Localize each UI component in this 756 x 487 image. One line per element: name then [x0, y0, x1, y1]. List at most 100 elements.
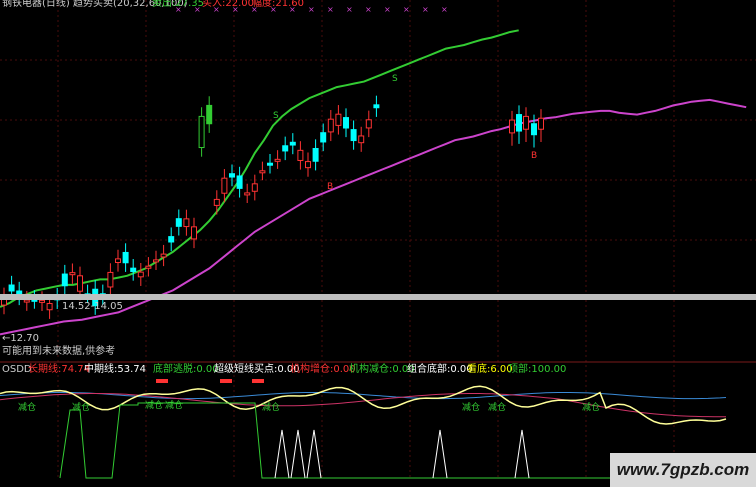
sub-item-7: 看底:6.00 — [467, 362, 513, 375]
reduce-label: 减仓 — [165, 399, 183, 411]
candle-body — [23, 299, 30, 303]
sub-item-2: 底部逃脱:0.00 — [153, 362, 219, 375]
spike-signal — [290, 429, 306, 479]
alert-marker — [220, 379, 232, 383]
candle-body — [523, 115, 529, 130]
marker-x: × — [365, 5, 372, 14]
marker-x: × — [251, 5, 258, 14]
marker-x: × — [308, 5, 315, 14]
marker-x: × — [346, 5, 353, 14]
spike-signal — [432, 429, 448, 479]
notice-text: 可能用到未来数据,供参考 — [2, 344, 115, 357]
candle-body — [221, 177, 228, 194]
candle-body — [358, 135, 365, 144]
candle-body — [282, 145, 289, 152]
candle-body — [8, 284, 15, 292]
candle-body — [115, 258, 121, 263]
reduce-label: 减仓 — [488, 401, 506, 413]
spike-signal — [514, 429, 530, 479]
sub-item-5: 机构减仓:0.00 — [349, 362, 415, 375]
candle-body — [183, 218, 190, 228]
candle-body — [137, 271, 144, 278]
sub-item-6: 组合底部:0.00 — [407, 362, 473, 375]
low-label: ←12.70 — [2, 333, 39, 344]
candle-body — [251, 183, 258, 192]
candle-body — [365, 119, 372, 129]
candle-body — [259, 170, 266, 174]
candle-body — [61, 273, 68, 287]
candle-body — [229, 173, 235, 178]
candle-body — [46, 303, 53, 311]
marker-x: × — [175, 5, 182, 14]
chart-labels: 钢铁电器(日线) 趋势买卖(20,32,60,100)卖出:27.35买入:22… — [2, 0, 600, 413]
main-price-panel — [0, 29, 756, 336]
buy-signal: B — [531, 151, 537, 161]
candle-body — [350, 129, 357, 142]
candle-body — [305, 161, 311, 169]
sub-item-0: 长期线:74.74 — [28, 362, 90, 375]
candle-body — [531, 123, 537, 136]
reduce-label: 减仓 — [72, 401, 90, 413]
candle-body — [538, 117, 544, 130]
marker-x: × — [441, 5, 448, 14]
support-band — [0, 294, 756, 300]
candle-body — [343, 117, 349, 129]
candle-body — [153, 259, 159, 263]
candle-body — [289, 141, 296, 146]
candle-body — [312, 148, 319, 162]
marker-x: × — [232, 5, 239, 14]
sub-item-8: 顶部:100.00 — [508, 362, 566, 375]
candle-body — [327, 118, 334, 133]
buy-signal: B — [327, 182, 333, 192]
marker-x: × — [403, 5, 410, 14]
main-item-1: 买入:22.00 — [202, 0, 254, 9]
candle-body — [206, 104, 213, 125]
range-label: 14.52-14.05 — [62, 301, 123, 312]
alert-marker — [156, 379, 168, 383]
candle-body — [191, 226, 197, 240]
candle-body — [516, 114, 522, 132]
marker-x: × — [327, 5, 334, 14]
sub-item-1: 中期线:53.74 — [84, 362, 146, 375]
candle-body — [320, 132, 327, 143]
candle-body — [213, 198, 220, 206]
reduce-label: 减仓 — [582, 401, 600, 413]
candle-body — [122, 251, 129, 264]
candle-body — [244, 192, 251, 196]
main-item-2: 幅度:21.60 — [252, 0, 304, 9]
candle-body — [145, 265, 152, 269]
candle-body — [77, 275, 83, 292]
sub-item-3: 超级短线买点:0.00 — [214, 362, 300, 375]
marker-x: × — [422, 5, 429, 14]
candle-body — [267, 162, 273, 166]
marker-x: × — [194, 5, 201, 14]
reduce-label: 减仓 — [18, 401, 36, 413]
candle-body — [39, 299, 45, 303]
sell-signal: S — [273, 111, 279, 121]
reduce-label: 减仓 — [262, 401, 280, 413]
sub-item-4: 机构增仓:0.00 — [290, 362, 356, 375]
reduce-label: 减仓 — [145, 399, 163, 411]
marker-x: × — [384, 5, 391, 14]
candle-body — [236, 175, 243, 189]
candle-body — [69, 272, 76, 276]
spike-signal — [274, 429, 290, 479]
candle-body — [107, 271, 114, 288]
candle-body — [373, 104, 380, 109]
sell-signal: S — [392, 74, 398, 84]
mid-term-line — [0, 385, 727, 425]
spike-signal — [306, 429, 322, 479]
chart-canvas: 钢铁电器(日线) 趋势买卖(20,32,60,100)卖出:27.35买入:22… — [0, 0, 756, 480]
marker-x: × — [270, 5, 277, 14]
watermark-badge: www.7gpzb.com — [610, 453, 756, 487]
marker-x: × — [213, 5, 220, 14]
reduce-label: 减仓 — [462, 401, 480, 413]
candle-body — [335, 113, 342, 126]
alert-marker — [252, 379, 264, 383]
marker-x: × — [289, 5, 296, 14]
candle-body — [175, 218, 182, 227]
candle-body — [274, 158, 281, 162]
candle-body — [198, 115, 205, 149]
sell-line — [0, 29, 519, 308]
candle-body — [160, 253, 167, 258]
